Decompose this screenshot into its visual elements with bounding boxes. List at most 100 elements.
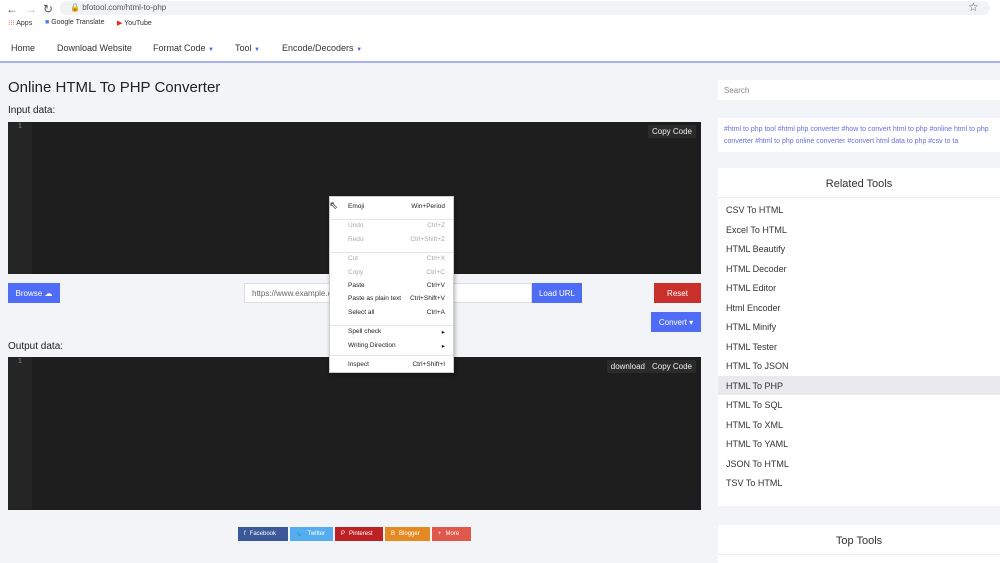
- share-twitter[interactable]: 🐦 Twitter: [290, 527, 333, 541]
- share-blogger[interactable]: B Blogger: [385, 527, 430, 541]
- context-menu-item: Redo Ctrl+Shift+Z: [348, 236, 445, 243]
- related-tool-link[interactable]: HTML Beautify: [718, 239, 1000, 258]
- menu-item-shortcut: Ctrl+Z: [427, 222, 445, 229]
- related-tool-link[interactable]: HTML Minify: [718, 317, 1000, 336]
- context-menu-item[interactable]: Paste Ctrl+V: [348, 282, 445, 289]
- address-bar[interactable]: 🔒 bfotool.com/html-to-php: [60, 1, 990, 15]
- related-tool-link[interactable]: HTML To PHP: [718, 375, 1000, 395]
- menu-separator: [330, 325, 453, 326]
- menu-separator: [330, 355, 453, 356]
- menu-item-shortcut: Ctrl+Shift+V: [409, 295, 445, 302]
- search-input[interactable]: Search: [718, 80, 1000, 100]
- tag-list[interactable]: #html to php tool #html php converter #h…: [718, 118, 1000, 152]
- plus-icon: +: [438, 531, 442, 537]
- nav-download-website[interactable]: Download Website: [57, 43, 132, 53]
- menu-item-shortcut: Ctrl+X: [426, 255, 445, 262]
- share-pinterest[interactable]: P Pinterest: [335, 527, 383, 541]
- translate-icon: ■: [45, 19, 50, 26]
- menu-item-label: Select all: [348, 309, 375, 316]
- menu-item-shortcut: Ctrl+V: [426, 282, 445, 289]
- menu-item-shortcut: ▸: [441, 329, 445, 336]
- youtube-icon: ▶: [117, 20, 123, 27]
- related-tool-link[interactable]: HTML To JSON: [718, 356, 1000, 375]
- star-icon[interactable]: ☆: [968, 0, 979, 14]
- menu-item-label: Undo: [348, 222, 364, 229]
- context-menu: Emoji Win+Period Undo Ctrl+Z Redo Ctrl+Shift+…: [329, 196, 454, 373]
- menu-item-shortcut: Win+Period: [411, 203, 445, 210]
- menu-item-label: Paste as plain text: [348, 295, 402, 302]
- context-menu-item[interactable]: Paste as plain text Ctrl+Shift+V: [348, 295, 445, 302]
- mouse-cursor-icon: ⇖: [329, 200, 339, 212]
- share-facebook[interactable]: f Facebook: [238, 527, 288, 541]
- menu-item-label: Spell check: [348, 328, 382, 335]
- page-title: Online HTML To PHP Converter: [8, 79, 221, 96]
- related-tool-link[interactable]: HTML To SQL: [718, 395, 1000, 414]
- download-button[interactable]: download: [606, 360, 649, 373]
- url-text: bfotool.com/html-to-php: [82, 3, 167, 12]
- menu-separator: [330, 219, 453, 220]
- nav-tool[interactable]: Tool ▼: [235, 43, 260, 53]
- bookmark-youtube[interactable]: ▶ YouTube: [117, 19, 152, 27]
- copy-code-button[interactable]: Copy Code: [647, 125, 696, 138]
- line-gutter: 1: [8, 122, 32, 274]
- cloud-upload-icon: ☁: [44, 288, 53, 298]
- menu-item-shortcut: Ctrl+C: [426, 269, 445, 276]
- menu-item-label: Paste: [348, 282, 365, 289]
- related-tool-link[interactable]: JSON To HTML: [718, 454, 1000, 473]
- load-url-button[interactable]: Load URL: [532, 283, 582, 303]
- back-icon[interactable]: ←: [6, 2, 18, 16]
- menu-item-label: Inspect: [348, 361, 369, 368]
- top-tools-title: Top Tools: [718, 525, 1000, 555]
- browse-button[interactable]: Browse ☁: [8, 283, 60, 303]
- context-menu-item[interactable]: Emoji Win+Period: [348, 203, 445, 210]
- menu-item-shortcut: Ctrl+Shift+Z: [410, 236, 445, 243]
- share-more[interactable]: + More: [432, 527, 471, 541]
- menu-item-label: Redo: [348, 236, 364, 243]
- reload-icon[interactable]: ↻: [43, 2, 53, 16]
- line-gutter: 1: [8, 357, 32, 510]
- context-menu-item: Copy Ctrl+C: [348, 269, 445, 276]
- context-menu-item[interactable]: Writing Direction ▸: [348, 342, 445, 350]
- caret-down-icon: ▼: [356, 47, 363, 53]
- related-tool-link[interactable]: Excel To HTML: [718, 220, 1000, 239]
- menu-item-label: Copy: [348, 269, 364, 276]
- related-tool-link[interactable]: CSV To HTML: [718, 200, 1000, 219]
- context-menu-item[interactable]: Spell check ▸: [348, 328, 445, 336]
- pinterest-icon: P: [341, 531, 346, 537]
- menu-item-label: Emoji: [348, 203, 365, 210]
- twitter-icon: 🐦: [296, 531, 304, 538]
- context-menu-item[interactable]: Select all Ctrl+A: [348, 309, 445, 316]
- nav-encode-decoders[interactable]: Encode/Decoders ▼: [282, 43, 362, 53]
- nav-format-code[interactable]: Format Code ▼: [153, 43, 214, 53]
- forward-icon[interactable]: →: [25, 2, 37, 16]
- bookmark-google-translate[interactable]: ■ Google Translate: [45, 19, 105, 26]
- menu-item-shortcut: Ctrl+Shift+I: [412, 361, 445, 368]
- output-label: Output data:: [8, 341, 64, 352]
- copy-code-button[interactable]: Copy Code: [647, 360, 696, 373]
- related-tool-link[interactable]: Html Encoder: [718, 298, 1000, 317]
- context-menu-item: Undo Ctrl+Z: [348, 222, 445, 229]
- blogger-icon: B: [391, 531, 396, 537]
- chevron-down-icon: ▾: [689, 317, 694, 327]
- menu-item-shortcut: ▸: [441, 343, 445, 350]
- related-tool-link[interactable]: HTML Tester: [718, 337, 1000, 356]
- caret-down-icon: ▼: [208, 47, 214, 53]
- menu-item-label: Cut: [348, 255, 359, 262]
- menu-item-label: Writing Direction: [348, 342, 396, 349]
- top-tools-panel: Top Tools: [718, 525, 1000, 563]
- bookmark-apps[interactable]: ⁝⁝⁝ Apps: [8, 19, 32, 27]
- related-tools-title: Related Tools: [718, 168, 1000, 198]
- facebook-icon: f: [244, 531, 246, 537]
- related-tool-link[interactable]: HTML To YAML: [718, 434, 1000, 453]
- related-tools-panel: Related Tools CSV To HTML Excel To HTML HT…: [718, 168, 1000, 506]
- related-tool-link[interactable]: HTML To XML: [718, 415, 1000, 434]
- convert-button[interactable]: Convert ▾: [651, 312, 701, 332]
- nav-home[interactable]: Home: [11, 43, 35, 53]
- related-tool-link[interactable]: TSV To HTML: [718, 473, 1000, 492]
- output-editor[interactable]: 1 download Copy Code: [8, 357, 701, 510]
- context-menu-item[interactable]: Inspect Ctrl+Shift+I: [348, 361, 445, 368]
- browser-chrome: ← → ↻ 🔒 bfotool.com/html-to-php ☆ ⁝⁝⁝ Ap…: [0, 0, 1000, 34]
- related-tool-link[interactable]: HTML Decoder: [718, 259, 1000, 278]
- reset-button[interactable]: Reset: [654, 283, 701, 303]
- related-tool-link[interactable]: HTML Editor: [718, 278, 1000, 297]
